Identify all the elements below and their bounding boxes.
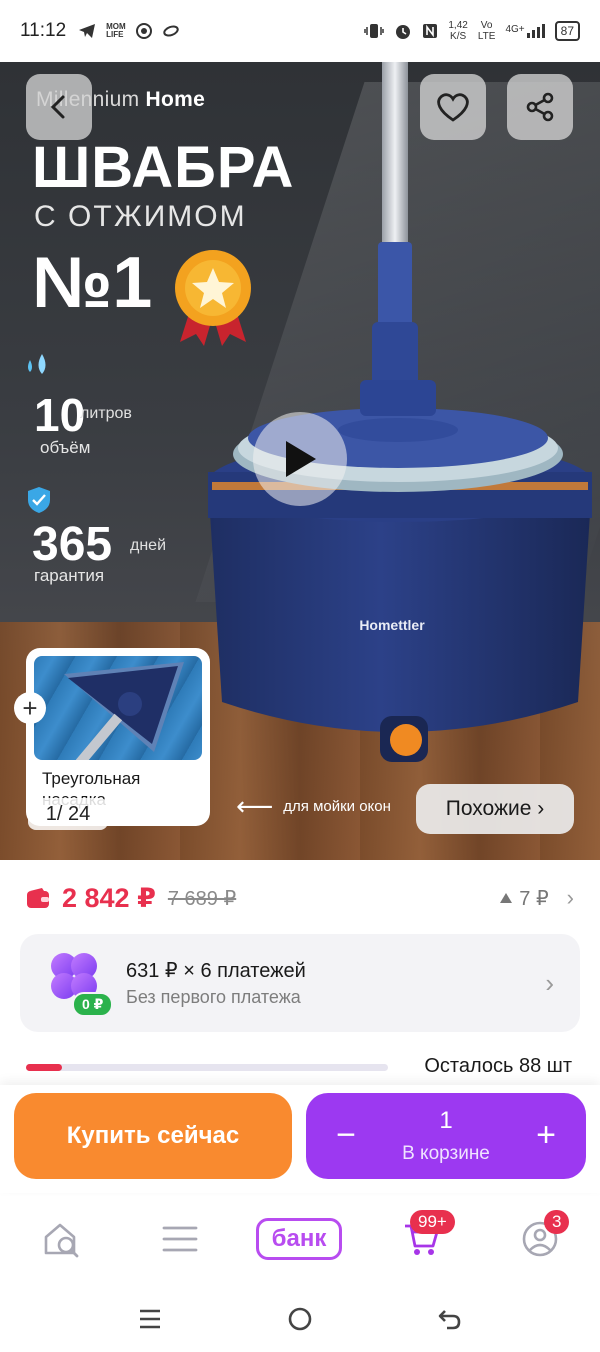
chevron-right-icon: › <box>545 968 554 998</box>
menu-icon <box>162 1226 198 1252</box>
increase-qty-button[interactable]: + <box>524 1113 568 1157</box>
stock-text: Осталось 88 шт <box>424 1055 572 1077</box>
swipe-hint-text: для мойки окон <box>283 797 391 815</box>
home-button[interactable] <box>280 1304 320 1334</box>
hero-title-1: ШВАБРА <box>32 135 295 200</box>
installment-title: 631 ₽ × 6 платежей <box>126 960 306 982</box>
recent-apps-button[interactable] <box>130 1304 170 1334</box>
left-arrow-icon: ⟵ <box>236 791 274 821</box>
mts-life-icon: MOM LIFE <box>106 22 126 39</box>
cart-stepper: − 1 В корзине + <box>306 1093 586 1179</box>
share-button[interactable] <box>507 74 573 140</box>
product-gallery[interactable]: Homettler Millennium Home ШВАБРА С ОТЖИМ… <box>0 62 600 860</box>
net-speed: 1,42 K/S <box>448 20 467 42</box>
status-time: 11:12 <box>20 20 67 41</box>
triangle-mop-art <box>64 662 184 760</box>
shield-check-icon <box>28 487 50 513</box>
feature-volume-label: объём <box>40 438 91 457</box>
back-arrow-icon <box>50 95 65 119</box>
recent-apps-icon <box>140 1309 160 1329</box>
product-page: 11:12 MOM LIFE 1,42 K/S Vo LTE 4G+ 87 Ho… <box>0 0 600 1352</box>
net-speed-unit: K/S <box>450 31 467 42</box>
home-circle-icon <box>288 1307 312 1331</box>
swipe-hint: ⟵ для мойки окон <box>236 791 391 821</box>
installment-subtitle: Без первого платежа <box>126 987 301 1007</box>
brand-bold: Home <box>145 88 206 111</box>
attachment-image <box>34 656 202 760</box>
cart-badge: 99+ <box>410 1210 455 1234</box>
share-icon <box>526 92 554 122</box>
nav-bank[interactable]: банк <box>256 1218 342 1260</box>
plus-icon[interactable]: + <box>14 692 46 724</box>
lte-label: LTE <box>477 31 496 42</box>
feature-warranty-number: 365 <box>32 518 113 571</box>
network-type: 4G+ <box>505 24 525 35</box>
bottom-navigation: банк 99+ 3 <box>0 1196 600 1284</box>
triangle-up-icon <box>500 893 513 903</box>
feature-volume-number: 10 <box>34 389 86 441</box>
hero-title-3: №1 <box>32 243 153 323</box>
battery-icon: 87 <box>554 21 580 41</box>
alarm-icon <box>396 25 411 39</box>
old-price: 7 689 ₽ <box>167 887 237 910</box>
favorite-button[interactable] <box>420 74 486 140</box>
action-bar: Купить сейчас − 1 В корзине + <box>0 1085 600 1193</box>
status-right-icons: 1,42 K/S Vo LTE 4G+ 87 <box>364 20 580 42</box>
play-video-button[interactable] <box>253 412 347 506</box>
heart-icon <box>437 93 469 122</box>
feature-volume-unit: литров <box>80 405 132 422</box>
stock-progress-fill <box>26 1064 63 1071</box>
feature-warranty-unit: дней <box>130 537 167 554</box>
current-price: 2 842 ₽ <box>62 882 156 913</box>
similar-button[interactable]: Похожие › <box>416 784 574 834</box>
vo-label: Vo <box>480 20 493 31</box>
buy-now-button[interactable]: Купить сейчас <box>14 1093 292 1179</box>
wallet-icon <box>27 888 49 908</box>
price-delta-value: 7 ₽ <box>519 887 549 910</box>
medal-icon <box>175 250 251 346</box>
nfc-icon <box>423 24 438 38</box>
gallery-counter: 1/ 24 <box>28 798 108 830</box>
price-row: 2 842 ₽ 7 689 ₽ 7 ₽ › <box>0 870 600 926</box>
feature-warranty-label: гарантия <box>34 566 105 585</box>
system-navigation <box>0 1284 600 1352</box>
chrome-icon <box>135 23 152 39</box>
stock-progress <box>26 1064 388 1071</box>
hero-title-2: С ОТЖИМОМ <box>34 200 247 233</box>
circle-icon <box>162 25 179 37</box>
status-left-icons: MOM LIFE <box>78 23 180 39</box>
vibrate-icon <box>364 24 385 38</box>
installment-card[interactable]: 0 ₽ 631 ₽ × 6 платежей Без первого плате… <box>20 934 580 1032</box>
product-logo: Homettler <box>359 617 425 633</box>
back-icon <box>438 1310 461 1330</box>
status-bar: 11:12 MOM LIFE 1,42 K/S Vo LTE 4G+ 87 <box>0 0 600 62</box>
vo-lte: Vo LTE <box>478 20 496 42</box>
telegram-icon <box>79 24 96 38</box>
price-change[interactable]: 7 ₽ › <box>499 885 574 911</box>
back-button[interactable] <box>26 74 92 140</box>
play-icon <box>286 441 316 477</box>
nav-home[interactable] <box>32 1214 92 1264</box>
home-search-icon <box>44 1223 79 1258</box>
system-back-button[interactable] <box>430 1304 470 1334</box>
zero-badge: 0 ₽ <box>72 992 114 1017</box>
signal-icon: 4G+ <box>505 24 545 38</box>
chevron-right-icon: › <box>566 885 574 910</box>
nav-catalog[interactable] <box>150 1214 210 1264</box>
net-speed-value: 1,42 <box>448 20 468 31</box>
drop-icon <box>28 354 46 374</box>
